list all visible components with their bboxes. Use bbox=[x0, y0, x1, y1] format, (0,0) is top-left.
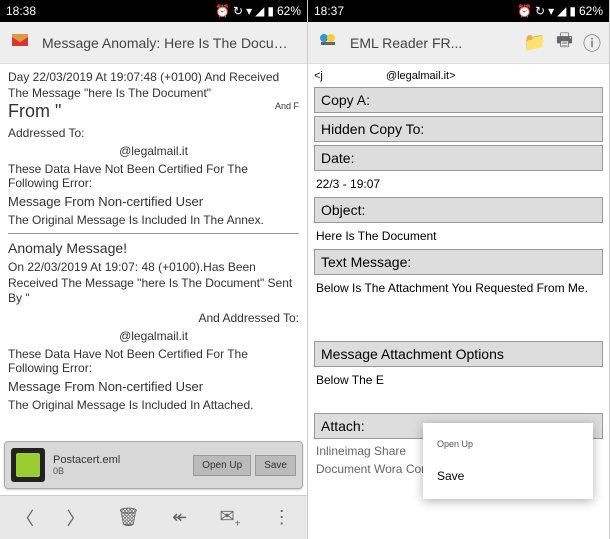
status-icons: ⏰ ↻ ▾ ◢ ▮ 62% bbox=[215, 4, 301, 18]
battery-icon: ▮ bbox=[569, 5, 576, 17]
copy-field[interactable]: Copy A: bbox=[314, 87, 603, 113]
header-title-r: EML Reader FR... bbox=[350, 35, 514, 51]
folder-icon[interactable]: 📁 bbox=[524, 32, 546, 53]
noncert-user-text: Message From Non-certified User bbox=[8, 194, 299, 209]
on-date-text: On 22/03/2019 At 19:07: 48 (+0100).Has B… bbox=[8, 260, 299, 307]
app-header-right: EML Reader FR... 📁 🖶 ⓘ bbox=[308, 22, 609, 64]
and-f-text: And F bbox=[275, 101, 299, 111]
message-content: Day 22/03/2019 At 19:07:48 (+0100) And R… bbox=[0, 64, 307, 539]
reply-all-icon[interactable]: ↞ bbox=[172, 507, 187, 528]
print-icon[interactable]: 🖶 bbox=[556, 28, 573, 58]
app-logo-icon bbox=[8, 28, 32, 57]
from-label: From " bbox=[8, 101, 61, 121]
message-body-text: Below Is The Attachment You Requested Fr… bbox=[314, 278, 603, 298]
signal-icon: ◢ bbox=[255, 5, 264, 17]
signal-icon: ◢ bbox=[557, 5, 566, 17]
recipient-email-2: @legalmail.it bbox=[8, 329, 299, 343]
wifi-icon: ▾ bbox=[548, 5, 554, 17]
cert-error-2: These Data Have Not Been Certified For T… bbox=[8, 347, 299, 375]
attached-text: The Original Message Is Included In Atta… bbox=[8, 398, 299, 412]
more-icon[interactable]: ⋮ bbox=[273, 507, 291, 528]
annex-text: The Original Message Is Included In The … bbox=[8, 213, 299, 227]
save-attachment-button[interactable]: Save bbox=[255, 455, 296, 476]
addressed-to-label: Addressed To: bbox=[8, 126, 299, 140]
status-time-r: 18:37 bbox=[314, 4, 517, 18]
cert-error-text: These Data Have Not Been Certified For T… bbox=[8, 162, 299, 190]
attachment-name: Postacert.eml bbox=[53, 454, 189, 466]
battery-pct: 62% bbox=[277, 4, 301, 18]
open-attachment-button[interactable]: Open Up bbox=[193, 455, 251, 476]
object-field[interactable]: Object: bbox=[314, 197, 603, 223]
app-logo-icon bbox=[316, 28, 340, 57]
sync-icon: ↻ bbox=[535, 5, 545, 17]
attachment-options-field[interactable]: Message Attachment Options bbox=[314, 341, 603, 367]
info-icon[interactable]: ⓘ bbox=[583, 30, 601, 56]
recipient-email: @legalmail.it bbox=[8, 144, 299, 158]
trash-icon[interactable]: 🗑 bbox=[117, 507, 140, 528]
prev-icon[interactable]: 〈 bbox=[16, 505, 34, 531]
received-line: Day 22/03/2019 At 19:07:48 (+0100) And R… bbox=[8, 70, 299, 101]
compose-icon[interactable]: ✉+ bbox=[220, 506, 241, 530]
anomaly-heading: Anomaly Message! bbox=[8, 240, 299, 256]
below-e-text: Below The E bbox=[314, 370, 603, 390]
battery-pct-r: 62% bbox=[579, 4, 603, 18]
file-icon bbox=[11, 448, 45, 482]
attachment-card[interactable]: Postacert.eml 0B Open Up Save bbox=[4, 441, 303, 489]
from-email-line: <j @legalmail.it> bbox=[314, 68, 603, 84]
sync-icon: ↻ bbox=[233, 5, 243, 17]
divider bbox=[8, 233, 299, 234]
next-icon[interactable]: 〉 bbox=[67, 505, 85, 531]
noncert-user-2: Message From Non-certified User bbox=[8, 379, 299, 394]
addressed-to-2: And Addressed To: bbox=[8, 311, 299, 325]
header-title: Message Anomaly: Here Is The Document bbox=[42, 35, 299, 51]
wifi-icon: ▾ bbox=[246, 5, 252, 17]
battery-icon: ▮ bbox=[267, 5, 274, 17]
bottom-toolbar: 〈 〉 🗑 ↞ ✉+ ⋮ bbox=[0, 495, 307, 539]
alarm-icon: ⏰ bbox=[517, 5, 532, 17]
hidden-copy-field[interactable]: Hidden Copy To: bbox=[314, 116, 603, 142]
status-time: 18:38 bbox=[6, 4, 215, 18]
status-bar-left: 18:38 ⏰ ↻ ▾ ◢ ▮ 62% bbox=[0, 0, 307, 22]
object-value: Here Is The Document bbox=[314, 226, 603, 246]
status-bar-right: 18:37 ⏰ ↻ ▾ ◢ ▮ 62% bbox=[308, 0, 609, 22]
attachment-size: 0B bbox=[53, 466, 189, 476]
menu-open[interactable]: Open Up bbox=[423, 429, 593, 459]
date-field[interactable]: Date: bbox=[314, 145, 603, 171]
attachment-info: Postacert.eml 0B bbox=[53, 454, 189, 476]
text-message-field[interactable]: Text Message: bbox=[314, 249, 603, 275]
context-menu: Open Up Save bbox=[423, 423, 593, 499]
eml-content: <j @legalmail.it> Copy A: Hidden Copy To… bbox=[308, 64, 609, 539]
alarm-icon: ⏰ bbox=[215, 5, 230, 17]
app-header-left: Message Anomaly: Here Is The Document bbox=[0, 22, 307, 64]
status-icons-r: ⏰ ↻ ▾ ◢ ▮ 62% bbox=[517, 4, 603, 18]
menu-save[interactable]: Save bbox=[423, 459, 593, 493]
date-value: 22/3 - 19:07 bbox=[314, 174, 603, 194]
